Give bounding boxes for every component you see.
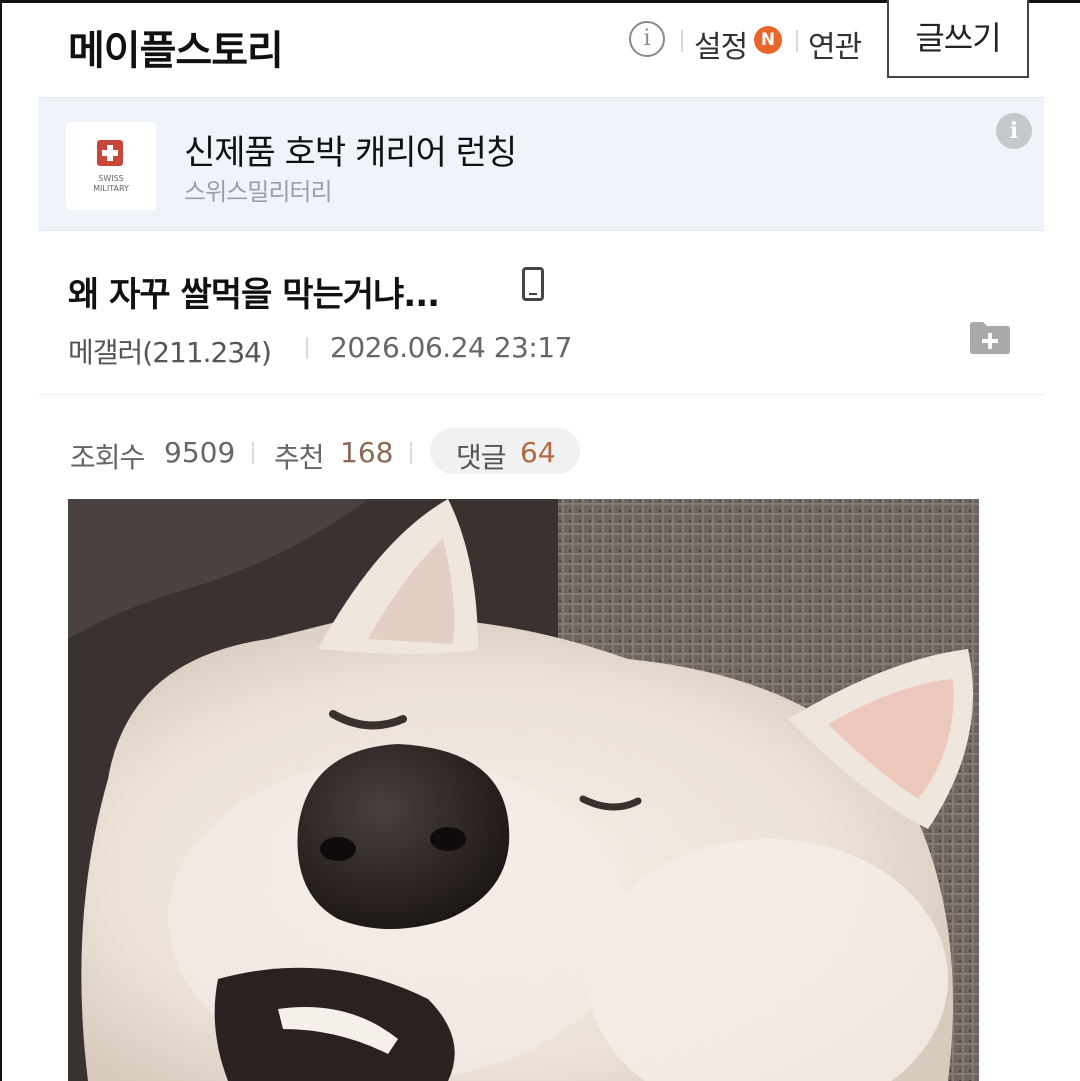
recommend-count: 168 — [340, 436, 394, 469]
divider — [252, 442, 254, 464]
new-badge: N — [754, 26, 782, 54]
post-title: 왜 자꾸 쌀먹을 막는거냐... — [68, 275, 440, 315]
divider — [410, 442, 412, 464]
recommend-label: 추천 — [274, 441, 325, 474]
comments-label: 댓글 — [456, 441, 507, 474]
post-image — [68, 499, 979, 1081]
write-post-button[interactable]: 글쓰기 — [887, 0, 1029, 78]
info-icon[interactable]: i — [629, 21, 665, 57]
ad-advertiser: 스위스밀리터리 — [184, 178, 333, 206]
post-date: 2026.06.24 23:17 — [330, 331, 572, 364]
gallery-title[interactable]: 메이플스토리 — [68, 18, 284, 76]
divider — [306, 337, 308, 359]
post-stats: 조회수 9509 추천 168 댓글 64 — [70, 428, 670, 474]
advertiser-logo: SWISS MILITARY — [66, 122, 156, 210]
folder-add-icon[interactable] — [968, 321, 1012, 355]
ad-info-icon[interactable]: i — [996, 113, 1032, 149]
comments-count: 64 — [520, 436, 556, 469]
post-author[interactable]: 메갤러(211.234) — [68, 331, 272, 371]
post-header: 왜 자꾸 쌀먹을 막는거냐... 메갤러(211.234) 2026.06.24… — [38, 231, 1044, 395]
views-count: 9509 — [164, 436, 236, 469]
divider — [796, 30, 798, 52]
divider — [681, 30, 683, 52]
gallery-header: 메이플스토리 i 설정 N 연관 글쓰기 — [0, 0, 1080, 92]
related-link[interactable]: 연관 — [808, 22, 862, 66]
logo-text: SWISS MILITARY — [93, 174, 129, 193]
ad-title[interactable]: 신제품 호박 캐리어 런칭 — [184, 125, 517, 174]
ad-banner[interactable]: SWISS MILITARY 신제품 호박 캐리어 런칭 스위스밀리터리 i — [38, 97, 1044, 231]
settings-link[interactable]: 설정 — [694, 22, 748, 66]
swiss-cross-icon — [97, 140, 123, 166]
comment-count-button[interactable]: 댓글 64 — [430, 428, 580, 474]
mobile-icon — [522, 267, 544, 301]
views-label: 조회수 — [70, 441, 145, 474]
